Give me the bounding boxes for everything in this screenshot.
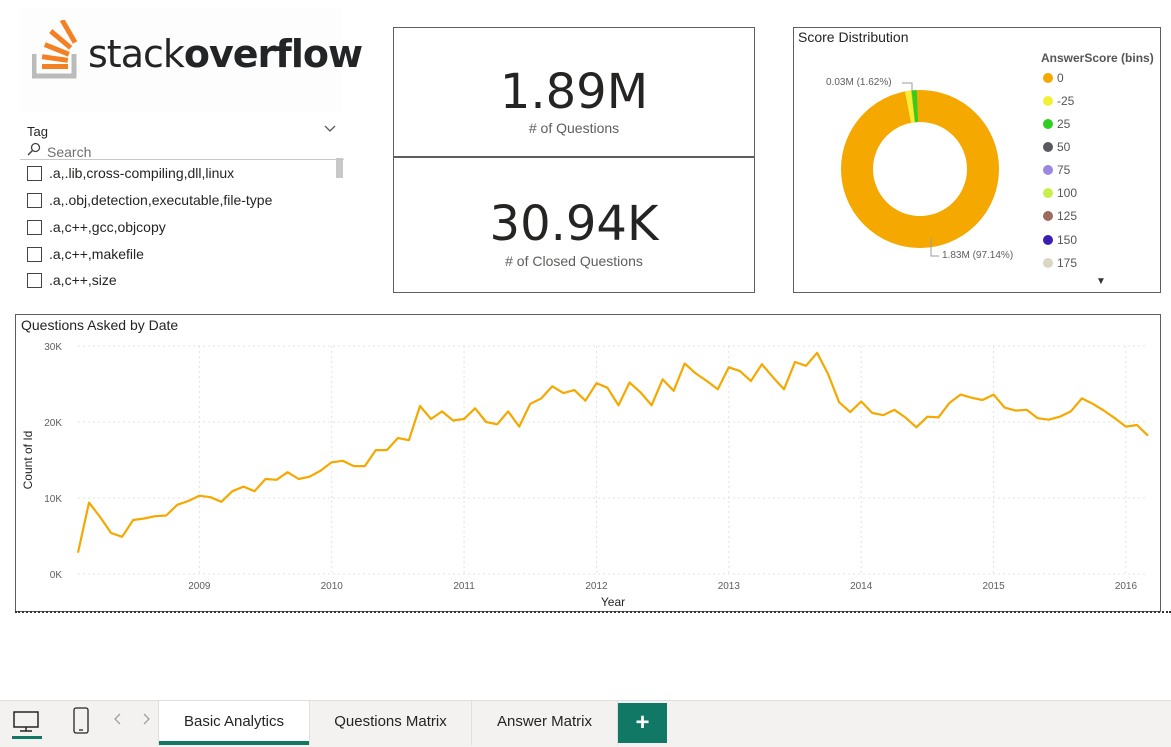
checkbox[interactable] [27,193,42,208]
x-tick-label: 2013 [718,581,741,592]
slicer-item[interactable]: .a,.obj,detection,executable,file-type [27,191,327,213]
legend-dot [1043,165,1053,175]
stackoverflow-logo-icon [32,20,78,79]
y-tick-label: 0K [50,570,63,581]
legend-dot [1043,73,1053,83]
page-boundary [15,611,1171,613]
y-tick-label: 10K [44,494,62,505]
x-tick-label: 2010 [321,581,344,592]
search-placeholder: Search [47,144,92,160]
monitor-icon [13,711,39,732]
y-tick-label: 30K [44,342,62,353]
slicer-item[interactable]: .a,c++,gcc,objcopy [27,218,327,240]
x-tick-label: 2014 [850,581,873,592]
y-axis-title: Count of Id [21,431,35,490]
legend-dot [1043,235,1053,245]
search-icon [27,142,41,156]
tab-basic-analytics[interactable]: Basic Analytics [158,701,310,745]
legend-label: -25 [1057,94,1075,108]
y-tick-label: 20K [44,418,62,429]
phone-icon [73,707,89,734]
x-tick-label: 2015 [982,581,1005,592]
donut-slice-0[interactable] [841,90,999,248]
legend-dot [1043,188,1053,198]
questions-series-line [76,351,1149,553]
legend-label: 150 [1057,233,1078,247]
legend-label: 50 [1057,140,1071,154]
legend-dot [1043,258,1053,268]
legend-dot [1043,96,1053,106]
legend-dot [1043,211,1053,221]
slicer-scrollbar[interactable] [336,158,343,178]
slicer-item[interactable]: .a,.lib,cross-compiling,dll,linux [27,164,327,186]
legend-label: 175 [1057,256,1078,270]
line-chart: 0K 10K 20K 30K 2009 2010 2011 2012 2013 2014 2015 2… [21,342,1149,609]
logo-text-bold: overflow [183,32,363,76]
legend-dot [1043,119,1053,129]
previous-page-icon[interactable] [114,713,122,728]
desktop-view-button[interactable] [10,709,42,739]
mobile-view-button[interactable] [70,707,92,737]
legend-label: 100 [1057,186,1078,200]
legend-label: 25 [1057,117,1071,131]
page-tab-bar: Basic Analytics Questions Matrix Answer … [0,700,1171,747]
tab-answer-matrix[interactable]: Answer Matrix [472,701,618,745]
slicer-item-label: .a,c++,gcc,objcopy [49,219,166,235]
donut-label-large: 1.83M (97.14%) [942,250,1014,261]
legend-label: 75 [1057,163,1071,177]
closed-questions-value: 30.94K [489,196,659,252]
slicer-item[interactable]: .a,c++,size [27,271,327,293]
logo-wordmark: stackoverflow [88,32,363,76]
slicer-item[interactable]: .a,c++,makefile [27,245,327,267]
score-distribution-card[interactable]: Score Distribution 0.03M (1.62%) 1.83M (… [793,27,1161,293]
x-tick-label: 2009 [188,581,211,592]
questions-card[interactable]: 1.89M # of Questions [393,27,755,157]
donut-label-small: 0.03M (1.62%) [826,77,892,88]
closed-questions-card[interactable]: 30.94K # of Closed Questions [393,157,755,293]
legend-label: 0 [1057,71,1064,85]
checkbox[interactable] [27,220,42,235]
x-tick-label: 2016 [1115,581,1138,592]
x-tick-label: 2011 [453,581,475,592]
stackoverflow-logo: stackoverflow [20,8,363,112]
slicer-item-label: .a,c++,makefile [49,246,144,262]
slicer-item-label: .a,.obj,detection,executable,file-type [49,192,273,208]
slicer-title: Tag [27,124,48,139]
checkbox[interactable] [27,166,42,181]
legend-label: 125 [1057,209,1078,223]
label-leader-small [902,82,913,91]
next-page-icon[interactable] [142,713,150,728]
tag-slicer: Tag Search .a,.lib,cross-compiling,dll,l… [20,120,344,293]
questions-label: # of Questions [528,120,620,136]
questions-value: 1.89M [499,64,649,120]
questions-by-date-card[interactable]: 0K 10K 20K 30K 2009 2010 2011 2012 2013 2014 2015 2… [15,314,1161,612]
logo-text-light: stack [88,32,185,76]
line-chart-title: Questions Asked by Date [21,317,179,333]
tab-questions-matrix[interactable]: Questions Matrix [310,701,472,745]
chevron-down-icon[interactable] [324,122,336,137]
slicer-item-label: .a,c++,size [49,272,117,288]
checkbox[interactable] [27,247,42,262]
slicer-item-label: .a,.lib,cross-compiling,dll,linux [49,165,235,181]
legend-dot [1043,142,1053,152]
closed-questions-label: # of Closed Questions [505,253,643,269]
slicer-search[interactable]: Search [20,142,344,160]
x-axis-title: Year [601,595,625,609]
x-tick-label: 2012 [585,581,608,592]
add-page-button[interactable]: + [618,703,667,743]
legend-title: AnswerScore (bins) [1041,51,1154,65]
legend-scroll-down-icon[interactable]: ▼ [1096,276,1106,287]
checkbox[interactable] [27,273,42,288]
active-view-indicator [12,736,42,739]
